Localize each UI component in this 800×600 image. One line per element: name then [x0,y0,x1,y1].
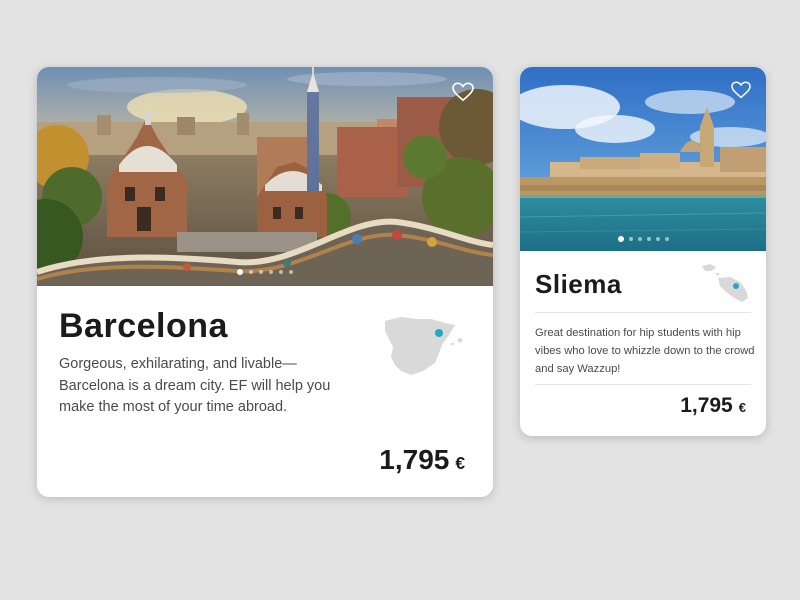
photo-barcelona[interactable] [37,67,493,286]
carousel-dot-2[interactable] [249,270,253,274]
spain-map-icon [385,317,463,375]
currency-symbol: € [455,453,465,473]
carousel-dot-5[interactable] [655,237,660,241]
price: 1,795 € [680,394,746,418]
city-name: Sliema [535,269,622,299]
favorite-heart-icon[interactable] [731,81,751,99]
carousel-dot-1[interactable] [617,236,624,242]
city-description: Gorgeous, exhilarating, and livable—Barc… [59,356,331,415]
destination-card-sliema[interactable]: Sliema Great destination for hip student… [520,67,766,436]
carousel-dot-5[interactable] [279,270,283,274]
divider-top [535,312,751,313]
city-description: Great destination for hip students with … [535,327,755,375]
photo-carousel-dots [520,236,766,242]
price: 1,795 € [379,444,465,476]
carousel-dot-3[interactable] [637,237,642,241]
carousel-dot-1[interactable] [237,269,243,275]
carousel-dot-3[interactable] [259,270,263,274]
carousel-dot-2[interactable] [628,237,633,241]
carousel-dot-4[interactable] [269,270,273,274]
destination-card-barcelona[interactable]: Barcelona Gorgeous, exhilarating, and li… [37,67,493,497]
carousel-dot-4[interactable] [646,237,651,241]
malta-map-icon [702,264,748,302]
price-amount: 1,795 [379,444,450,475]
city-name: Barcelona [59,307,228,345]
favorite-heart-icon[interactable] [452,82,474,102]
currency-symbol: € [738,400,746,415]
barcelona-park-guell-photo [37,67,493,286]
photo-sliema[interactable] [520,67,766,251]
carousel-dot-6[interactable] [289,270,293,274]
divider-bottom [535,384,751,385]
carousel-dot-6[interactable] [664,237,669,241]
price-amount: 1,795 [680,394,733,417]
photo-carousel-dots [37,269,493,275]
sliema-harbour-photo [520,67,766,251]
